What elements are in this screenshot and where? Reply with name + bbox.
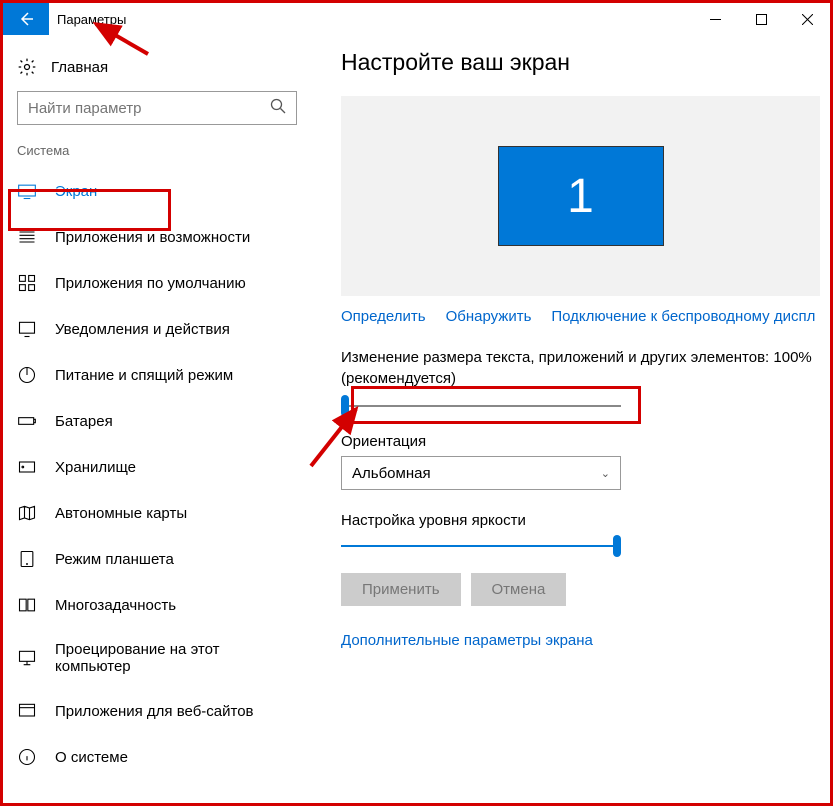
gear-icon xyxy=(17,57,37,77)
orientation-value: Альбомная xyxy=(352,465,431,482)
sidebar-item-label: Режим планшета xyxy=(55,551,174,568)
sidebar-item-web-apps[interactable]: Приложения для веб-сайтов xyxy=(3,688,311,734)
chevron-down-icon: ⌄ xyxy=(601,467,610,480)
maximize-button[interactable] xyxy=(738,3,784,35)
sidebar-item-label: Приложения для веб-сайтов xyxy=(55,703,254,720)
wireless-link[interactable]: Подключение к беспроводному диспл xyxy=(551,308,815,325)
sidebar-item-label: Питание и спящий режим xyxy=(55,367,233,384)
apply-button[interactable]: Применить xyxy=(341,573,461,606)
monitor-1[interactable]: 1 xyxy=(498,146,664,246)
search-field[interactable] xyxy=(28,100,270,117)
sidebar-item-label: Приложения и возможности xyxy=(55,229,250,246)
sidebar-item-notifications[interactable]: Уведомления и действия xyxy=(3,306,311,352)
display-icon xyxy=(17,181,37,201)
sidebar-item-default-apps[interactable]: Приложения по умолчанию xyxy=(3,260,311,306)
power-icon xyxy=(17,365,37,385)
default-apps-icon xyxy=(17,273,37,293)
sidebar-item-label: Многозадачность xyxy=(55,597,176,614)
sidebar-item-tablet[interactable]: Режим планшета xyxy=(3,536,311,582)
brightness-label: Настройка уровня яркости xyxy=(341,512,820,529)
sidebar-item-label: О системе xyxy=(55,749,128,766)
sidebar-item-apps[interactable]: Приложения и возможности xyxy=(3,214,311,260)
sidebar-item-multitask[interactable]: Многозадачность xyxy=(3,582,311,628)
sidebar-item-label: Приложения по умолчанию xyxy=(55,275,246,292)
sidebar-item-label: Хранилище xyxy=(55,459,136,476)
sidebar-item-projecting[interactable]: Проецирование на этот компьютер xyxy=(3,628,311,688)
tablet-icon xyxy=(17,549,37,569)
scale-slider[interactable] xyxy=(341,395,621,417)
multitask-icon xyxy=(17,595,37,615)
detect-link[interactable]: Обнаружить xyxy=(446,308,532,325)
sidebar-item-about[interactable]: О системе xyxy=(3,734,311,780)
sidebar-item-display[interactable]: Экран xyxy=(3,168,311,214)
sidebar-item-label: Проецирование на этот компьютер xyxy=(55,641,297,675)
orientation-label: Ориентация xyxy=(341,433,820,450)
sidebar-item-power[interactable]: Питание и спящий режим xyxy=(3,352,311,398)
home-button[interactable]: Главная xyxy=(3,49,311,91)
notifications-icon xyxy=(17,319,37,339)
sidebar: Главная Система Экран Приложения и возмо… xyxy=(3,35,311,803)
home-label: Главная xyxy=(51,59,108,76)
category-label: Система xyxy=(3,143,311,168)
sidebar-item-label: Автономные карты xyxy=(55,505,187,522)
brightness-slider[interactable] xyxy=(341,535,621,557)
monitor-preview[interactable]: 1 xyxy=(341,96,820,296)
main-content: Настройте ваш экран 1 Определить Обнаруж… xyxy=(311,35,830,803)
sidebar-item-maps[interactable]: Автономные карты xyxy=(3,490,311,536)
search-input[interactable] xyxy=(17,91,297,125)
orientation-dropdown[interactable]: Альбомная ⌄ xyxy=(341,456,621,490)
sidebar-item-storage[interactable]: Хранилище xyxy=(3,444,311,490)
page-title: Настройте ваш экран xyxy=(341,49,820,76)
close-button[interactable] xyxy=(784,3,830,35)
about-icon xyxy=(17,747,37,767)
scale-label: Изменение размера текста, приложений и д… xyxy=(341,347,820,389)
search-icon xyxy=(270,98,286,119)
storage-icon xyxy=(17,457,37,477)
projecting-icon xyxy=(17,648,37,668)
battery-icon xyxy=(17,411,37,431)
cancel-button[interactable]: Отмена xyxy=(471,573,567,606)
sidebar-item-label: Уведомления и действия xyxy=(55,321,230,338)
advanced-link[interactable]: Дополнительные параметры экрана xyxy=(341,632,820,649)
apps-icon xyxy=(17,227,37,247)
back-button[interactable] xyxy=(3,3,49,35)
web-apps-icon xyxy=(17,701,37,721)
sidebar-item-battery[interactable]: Батарея xyxy=(3,398,311,444)
maps-icon xyxy=(17,503,37,523)
window-title: Параметры xyxy=(49,3,692,35)
identify-link[interactable]: Определить xyxy=(341,308,426,325)
sidebar-item-label: Экран xyxy=(55,183,97,200)
sidebar-item-label: Батарея xyxy=(55,413,113,430)
minimize-button[interactable] xyxy=(692,3,738,35)
